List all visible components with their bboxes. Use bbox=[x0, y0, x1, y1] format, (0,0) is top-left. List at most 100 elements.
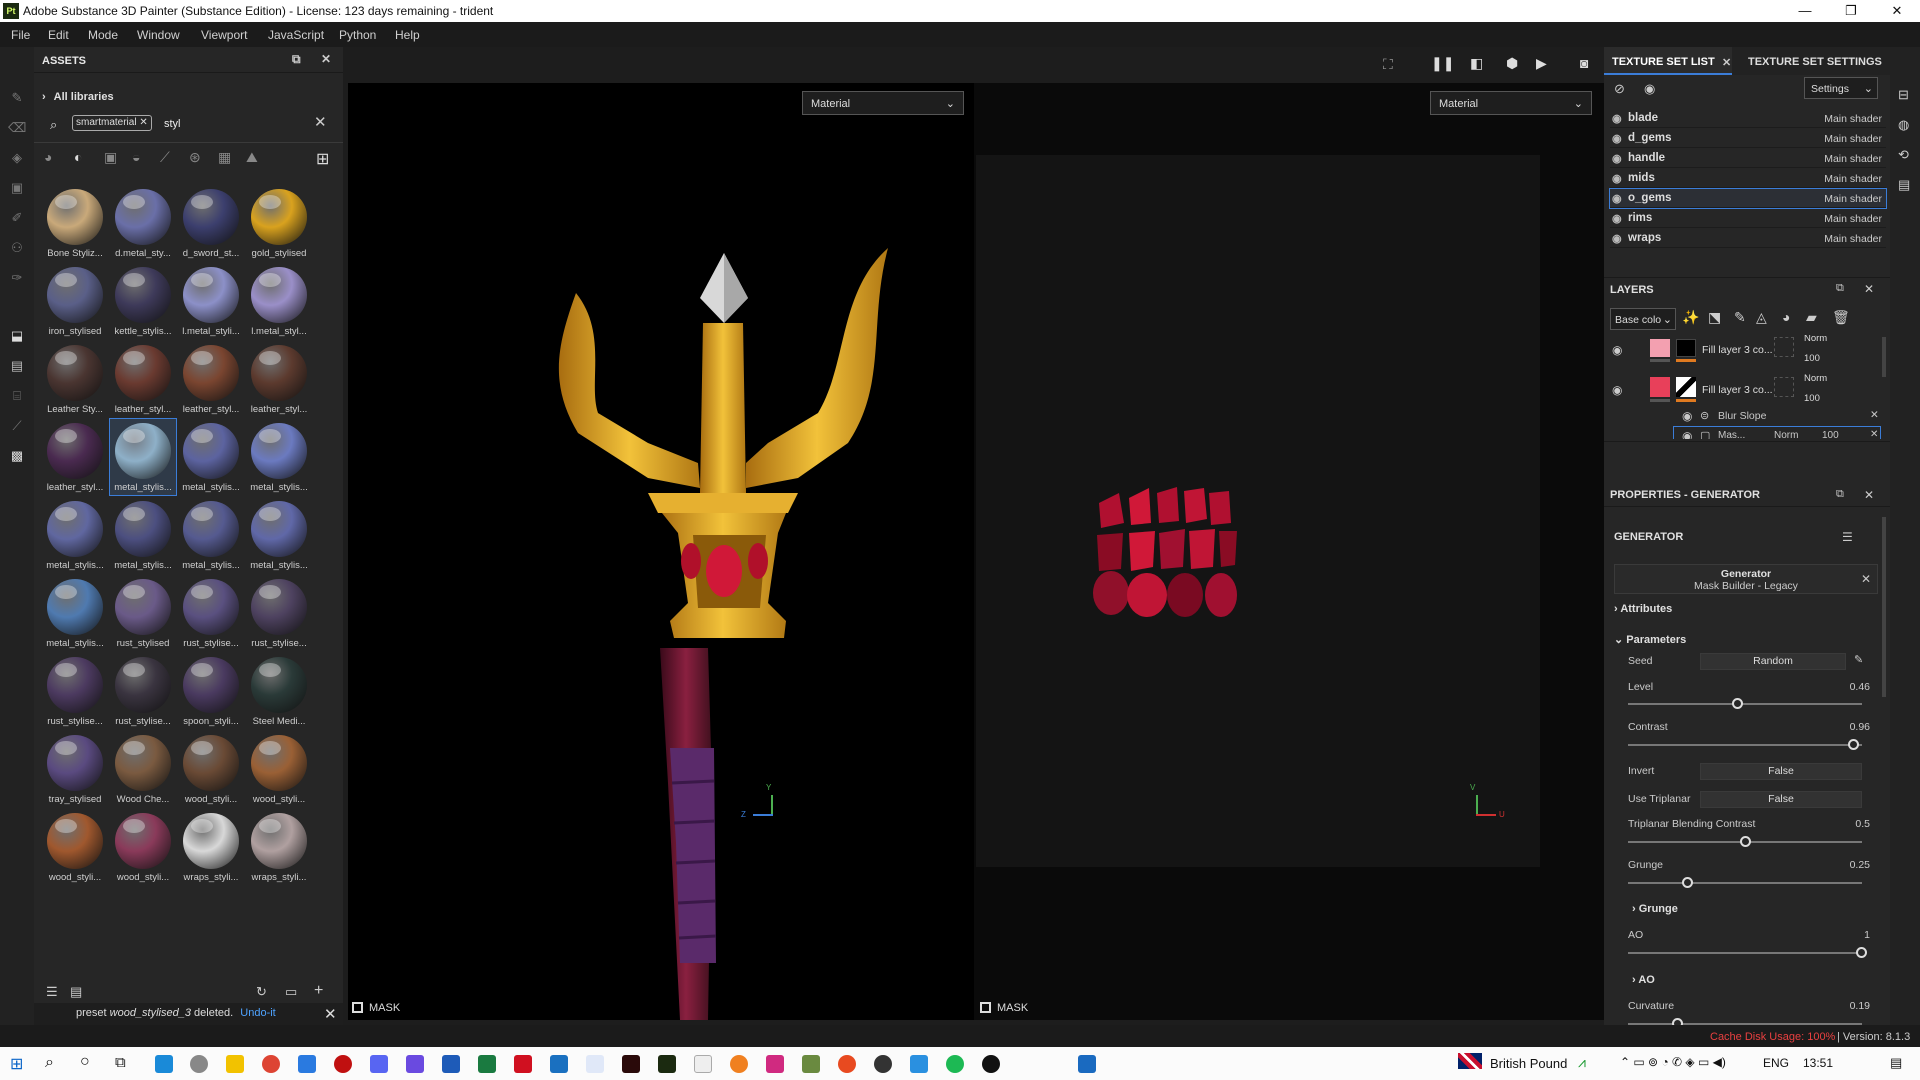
filter-tag[interactable]: smartmaterial ✕ bbox=[72, 115, 152, 131]
asset-thumbnail[interactable]: spoon_styli... bbox=[178, 653, 244, 729]
menu-help[interactable]: Help bbox=[395, 28, 420, 42]
asset-thumbnail[interactable]: wood_styli... bbox=[42, 809, 108, 885]
menu-icon[interactable]: ☰ bbox=[1842, 530, 1853, 544]
spotify-icon[interactable] bbox=[946, 1055, 964, 1073]
brushes-filter-icon[interactable]: ⟋ bbox=[160, 149, 170, 166]
asset-thumbnail[interactable]: metal_stylis... bbox=[109, 418, 177, 496]
channel-select[interactable]: Base colo ⌄ bbox=[1610, 308, 1676, 330]
asset-thumbnail[interactable]: d_sword_st... bbox=[178, 185, 244, 261]
asset-thumbnail[interactable]: l.metal_styl... bbox=[246, 263, 312, 339]
asset-thumbnail[interactable]: metal_stylis... bbox=[178, 419, 244, 495]
close-toast-icon[interactable]: ✕ bbox=[324, 1005, 337, 1023]
viewport-2d[interactable]: Material ⌄ V U MASK bbox=[974, 83, 1604, 1020]
grunge-value[interactable]: 0.25 bbox=[1850, 859, 1870, 871]
tbc-value[interactable]: 0.5 bbox=[1855, 818, 1870, 830]
asset-thumbnail[interactable]: metal_stylis... bbox=[42, 575, 108, 651]
tbc-slider[interactable] bbox=[1628, 836, 1862, 847]
level-knob[interactable] bbox=[1732, 698, 1743, 709]
asset-thumbnail[interactable]: tray_stylised bbox=[42, 731, 108, 807]
asset-thumbnail[interactable]: wraps_styli... bbox=[178, 809, 244, 885]
contrast-value[interactable]: 0.96 bbox=[1850, 721, 1870, 733]
asset-thumbnail[interactable]: rust_stylise... bbox=[246, 575, 312, 651]
split-view-icon[interactable]: ◧ bbox=[1470, 55, 1483, 72]
settings-icon[interactable] bbox=[190, 1055, 208, 1073]
mail-icon[interactable] bbox=[298, 1055, 316, 1073]
shader-select[interactable]: Main shader bbox=[1824, 173, 1882, 185]
level-slider[interactable] bbox=[1628, 698, 1862, 709]
close-panel-icon[interactable]: ✕ bbox=[1864, 488, 1874, 502]
display-settings-icon[interactable]: ▩ bbox=[8, 447, 26, 465]
asset-thumbnail[interactable]: leather_styl... bbox=[42, 419, 108, 495]
float-panel-icon[interactable]: ⧉ bbox=[292, 52, 301, 67]
blender-icon[interactable] bbox=[730, 1055, 748, 1073]
effect-row-selected[interactable]: ◉ ▢ Mas... Norm 100 ✕ bbox=[1673, 426, 1881, 439]
cortana-icon[interactable]: ○ bbox=[80, 1053, 90, 1071]
layer-opacity[interactable]: 100 bbox=[1804, 353, 1820, 364]
menu-window[interactable]: Window bbox=[137, 28, 180, 42]
eye-icon[interactable]: ◉ bbox=[1682, 409, 1692, 423]
video-icon[interactable] bbox=[550, 1055, 568, 1073]
add-effect-icon[interactable]: ✨ bbox=[1682, 309, 1699, 326]
texture-set-row[interactable]: ◉ mids Main shader bbox=[1610, 169, 1886, 188]
shader-select[interactable]: Main shader bbox=[1824, 113, 1882, 125]
asset-thumbnail[interactable]: rust_stylise... bbox=[178, 575, 244, 651]
add-folder-icon[interactable]: ▰ bbox=[1806, 309, 1817, 326]
shelf-icon[interactable]: ▤ bbox=[8, 357, 26, 375]
menu-file[interactable]: File bbox=[11, 28, 30, 42]
camera-icon[interactable]: ▶ bbox=[1536, 55, 1547, 72]
layer-blend[interactable]: Norm bbox=[1804, 373, 1827, 384]
currency-widget[interactable]: British Pound bbox=[1490, 1056, 1567, 1071]
details-view-icon[interactable]: ▤ bbox=[70, 984, 82, 1000]
asset-thumbnail[interactable]: metal_stylis... bbox=[246, 497, 312, 573]
refresh-icon[interactable]: ↻ bbox=[256, 984, 267, 1000]
viewport-2d-mode-select[interactable]: Material ⌄ bbox=[1430, 91, 1592, 115]
float-panel-icon[interactable]: ⧉ bbox=[1836, 282, 1844, 295]
remove-generator-icon[interactable]: ✕ bbox=[1861, 572, 1871, 586]
tbc-knob[interactable] bbox=[1740, 836, 1751, 847]
smudge-icon[interactable]: ✐ bbox=[8, 209, 26, 227]
asset-thumbnail[interactable]: iron_stylised bbox=[42, 263, 108, 339]
app-icon-w[interactable] bbox=[586, 1055, 604, 1073]
bake-icon[interactable]: ⌸ bbox=[8, 387, 26, 405]
texture-set-row[interactable]: ◉ handle Main shader bbox=[1610, 149, 1886, 168]
shader-select[interactable]: Main shader bbox=[1824, 153, 1882, 165]
todo-icon[interactable] bbox=[910, 1055, 928, 1073]
add-smart-icon[interactable]: ◕ bbox=[1782, 309, 1790, 325]
layer-blend[interactable]: Norm bbox=[1804, 335, 1827, 344]
substance-painter-icon[interactable] bbox=[658, 1055, 676, 1073]
asset-thumbnail[interactable]: metal_stylis... bbox=[178, 497, 244, 573]
menu-javascript[interactable]: JavaScript bbox=[268, 28, 324, 42]
close-tab-icon[interactable]: ✕ bbox=[1722, 56, 1731, 69]
asset-thumbnail[interactable]: wood_styli... bbox=[178, 731, 244, 807]
remove-effect-icon[interactable]: ✕ bbox=[1870, 409, 1879, 421]
task-view-icon[interactable]: ⧉ bbox=[115, 1054, 126, 1071]
grid-view-icon[interactable]: ⊞ bbox=[316, 149, 329, 169]
eye-icon[interactable]: ◉ bbox=[1612, 132, 1622, 145]
windows-start-icon[interactable]: ⊞ bbox=[10, 1054, 23, 1074]
shader-select[interactable]: Main shader bbox=[1824, 193, 1882, 205]
materials-filter-icon[interactable]: ◕ bbox=[44, 149, 52, 165]
remove-effect-icon[interactable]: ✕ bbox=[1870, 429, 1878, 439]
tab-texture-set-settings[interactable]: TEXTURE SET SETTINGS bbox=[1748, 56, 1882, 68]
clone-stamp-icon[interactable]: ⚇ bbox=[8, 239, 26, 257]
asset-thumbnail[interactable]: gold_stylised bbox=[246, 185, 312, 261]
asset-thumbnail[interactable]: rust_stylised bbox=[110, 575, 176, 651]
grunge-slider[interactable] bbox=[1628, 877, 1862, 888]
generator-resource[interactable]: Generator Mask Builder - Legacy ✕ bbox=[1614, 564, 1878, 594]
shader-select[interactable]: Main shader bbox=[1824, 133, 1882, 145]
add-asset-icon[interactable]: + bbox=[314, 982, 323, 1000]
shader-select[interactable]: Main shader bbox=[1824, 213, 1882, 225]
new-folder-icon[interactable]: ▭ bbox=[285, 984, 297, 1000]
effect-row[interactable]: ◉ ⊜ Blur Slope ✕ bbox=[1674, 407, 1880, 425]
particles-filter-icon[interactable]: ⊛ bbox=[189, 149, 201, 166]
library-selector[interactable]: › All libraries bbox=[42, 91, 114, 103]
eye-icon[interactable]: ◉ bbox=[1612, 212, 1622, 225]
remove-tag-icon[interactable]: ✕ bbox=[139, 117, 147, 128]
ao-value[interactable]: 1 bbox=[1864, 929, 1870, 941]
close-window-button[interactable]: ✕ bbox=[1874, 0, 1920, 22]
minecraft-icon[interactable] bbox=[802, 1055, 820, 1073]
eye-icon[interactable]: ◉ bbox=[1612, 192, 1622, 205]
add-paint-layer-icon[interactable]: ✎ bbox=[1734, 309, 1746, 326]
paint-brush-icon[interactable]: ✎ bbox=[8, 89, 26, 107]
notifications-icon[interactable]: ▤ bbox=[1890, 1055, 1902, 1071]
